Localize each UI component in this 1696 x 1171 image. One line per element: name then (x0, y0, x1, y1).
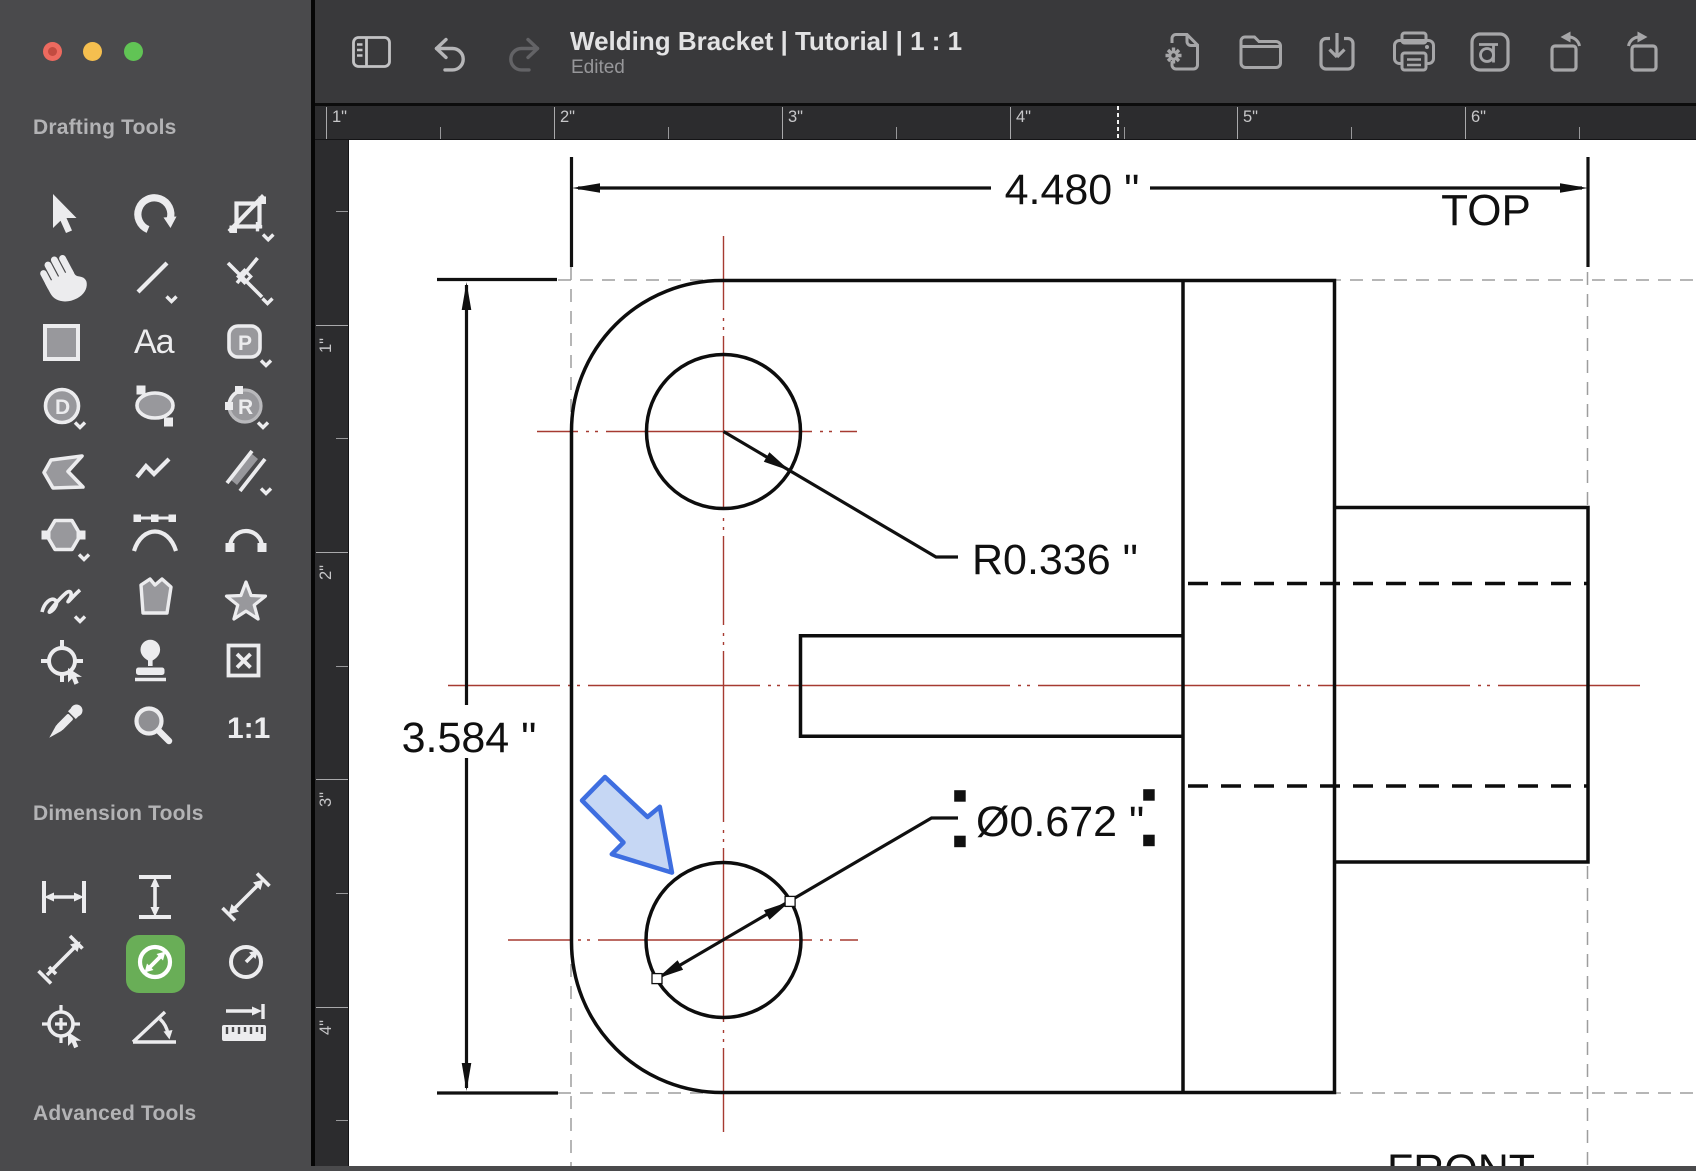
svg-text:3.584 ": 3.584 " (402, 714, 537, 762)
svg-text:D: D (55, 396, 70, 419)
svg-text:4.480 ": 4.480 " (1005, 166, 1140, 214)
svg-text:1:1: 1:1 (227, 712, 270, 745)
svg-text:Ø0.672 ": Ø0.672 " (976, 798, 1144, 846)
svg-text:Aa: Aa (134, 323, 175, 361)
svg-text:FRONT: FRONT (1387, 1146, 1535, 1166)
svg-text:P: P (238, 332, 252, 355)
svg-text:R0.336 ": R0.336 " (972, 536, 1138, 584)
svg-text:TOP: TOP (1441, 186, 1531, 235)
svg-text:R: R (238, 396, 253, 419)
